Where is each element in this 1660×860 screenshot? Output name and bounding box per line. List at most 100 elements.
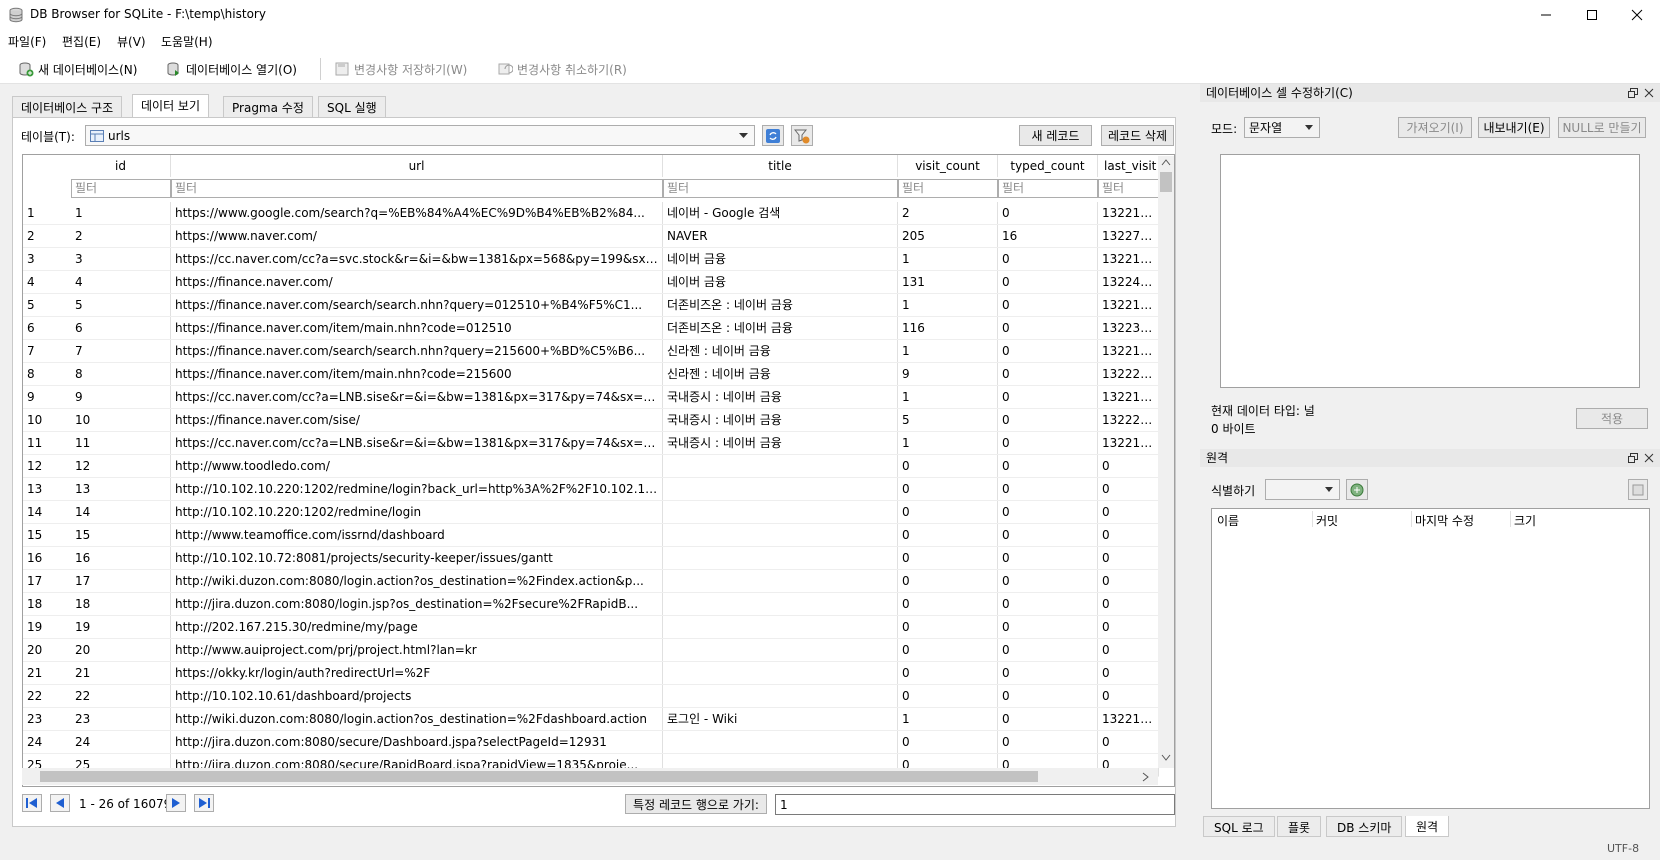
row-number[interactable]: 23: [23, 708, 70, 730]
cell-url[interactable]: https://cc.naver.com/cc?a=LNB.sise&r=&i=…: [171, 386, 663, 408]
cell-url[interactable]: http://www.teamoffice.com/issrnd/dashboa…: [171, 524, 663, 546]
cell-id[interactable]: 7: [71, 340, 171, 362]
cell-url[interactable]: http://jira.duzon.com:8080/login.jsp?os_…: [171, 593, 663, 615]
row-number[interactable]: 9: [23, 386, 70, 408]
cell-url[interactable]: https://finance.naver.com/: [171, 271, 663, 293]
cell-url[interactable]: https://cc.naver.com/cc?a=svc.stock&r=&i…: [171, 248, 663, 270]
cell-title[interactable]: 국내증시 : 네이버 금융: [663, 386, 898, 408]
close-button[interactable]: [1614, 0, 1660, 30]
table-row[interactable]: 24 24 http://jira.duzon.com:8080/secure/Da…: [23, 731, 1159, 754]
cell-visit-count[interactable]: 5: [898, 409, 998, 431]
cell-url[interactable]: http://10.102.10.61/dashboard/projects: [171, 685, 663, 707]
cell-typed-count[interactable]: 0: [998, 340, 1098, 362]
cell-typed-count[interactable]: 0: [998, 455, 1098, 477]
remote-col-size[interactable]: 크기: [1514, 512, 1536, 529]
cell-title[interactable]: 국내증시 : 네이버 금융: [663, 432, 898, 454]
cell-typed-count[interactable]: 0: [998, 432, 1098, 454]
apply-button[interactable]: 적용: [1576, 408, 1648, 429]
cell-id[interactable]: 15: [71, 524, 171, 546]
horizontal-scroll-thumb[interactable]: [40, 771, 1038, 782]
cell-title[interactable]: 네이버 금융: [663, 271, 898, 293]
cell-typed-count[interactable]: 0: [998, 570, 1098, 592]
row-number[interactable]: 22: [23, 685, 70, 707]
row-number[interactable]: 2: [23, 225, 70, 247]
cell-visit-count[interactable]: 0: [898, 501, 998, 523]
table-select[interactable]: urls: [85, 125, 755, 146]
cell-visit-count[interactable]: 0: [898, 455, 998, 477]
cell-id[interactable]: 21: [71, 662, 171, 684]
cell-title[interactable]: 신라젠 : 네이버 금융: [663, 340, 898, 362]
table-row[interactable]: 4 4 https://finance.naver.com/네이버 금융 131 0 13…: [23, 271, 1159, 294]
cell-visit-count[interactable]: 1: [898, 386, 998, 408]
row-number[interactable]: 6: [23, 317, 70, 339]
row-number[interactable]: 12: [23, 455, 70, 477]
cell-last-visit[interactable]: 0: [1098, 685, 1159, 707]
cell-url[interactable]: http://10.102.10.220:1202/redmine/login: [171, 501, 663, 523]
cell-url[interactable]: https://finance.naver.com/search/search.…: [171, 294, 663, 316]
horizontal-scrollbar[interactable]: [22, 768, 1158, 785]
cell-id[interactable]: 12: [71, 455, 171, 477]
cell-title[interactable]: [663, 593, 898, 615]
cell-last-visit[interactable]: 13224671: [1098, 271, 1159, 293]
cell-url[interactable]: http://10.102.10.72:8081/projects/securi…: [171, 547, 663, 569]
cell-last-visit[interactable]: 13221274: [1098, 294, 1159, 316]
cell-visit-count[interactable]: 0: [898, 478, 998, 500]
menu-help[interactable]: 도움말(H): [161, 33, 213, 50]
cell-url[interactable]: https://finance.naver.com/sise/: [171, 409, 663, 431]
table-row[interactable]: 14 14 http://10.102.10.220:1202/redmine/lo…: [23, 501, 1159, 524]
cell-last-visit[interactable]: 13221274: [1098, 248, 1159, 270]
cell-last-visit[interactable]: 13221275: [1098, 708, 1159, 730]
table-row[interactable]: 12 12 http://www.toodledo.com/0 0 0: [23, 455, 1159, 478]
menu-view[interactable]: 뷰(V): [117, 33, 146, 50]
table-row[interactable]: 9 9 https://cc.naver.com/cc?a=LNB.sise&r=&…: [23, 386, 1159, 409]
new-record-button[interactable]: 새 레코드: [1019, 125, 1092, 146]
cell-url[interactable]: http://www.toodledo.com/: [171, 455, 663, 477]
row-number[interactable]: 8: [23, 363, 70, 385]
cell-visit-count[interactable]: 131: [898, 271, 998, 293]
row-number[interactable]: 16: [23, 547, 70, 569]
cell-title[interactable]: [663, 455, 898, 477]
table-row[interactable]: 15 15 http://www.teamoffice.com/issrnd/das…: [23, 524, 1159, 547]
cell-visit-count[interactable]: 0: [898, 570, 998, 592]
cell-url[interactable]: https://finance.naver.com/search/search.…: [171, 340, 663, 362]
row-number[interactable]: 18: [23, 593, 70, 615]
table-row[interactable]: 19 19 http://202.167.215.30/redmine/my/pag…: [23, 616, 1159, 639]
table-row[interactable]: 1 1 https://www.google.com/search?q=%EB%84…: [23, 202, 1159, 225]
tab-remote[interactable]: 원격: [1405, 816, 1450, 837]
cell-title[interactable]: 국내증시 : 네이버 금융: [663, 409, 898, 431]
previous-page-button[interactable]: [50, 794, 70, 812]
cell-url[interactable]: https://www.google.com/search?q=%EB%84%A…: [171, 202, 663, 224]
table-row[interactable]: 2 2 https://www.naver.com/NAVER 205 16 132279…: [23, 225, 1159, 248]
float-dock-icon[interactable]: [1628, 88, 1638, 98]
table-row[interactable]: 13 13 http://10.102.10.220:1202/redmine/lo…: [23, 478, 1159, 501]
cell-id[interactable]: 22: [71, 685, 171, 707]
cell-typed-count[interactable]: 0: [998, 202, 1098, 224]
row-number[interactable]: 4: [23, 271, 70, 293]
cell-url[interactable]: https://cc.naver.com/cc?a=LNB.sise&r=&i=…: [171, 432, 663, 454]
cell-title[interactable]: 더존비즈온 : 네이버 금융: [663, 317, 898, 339]
mode-select[interactable]: 문자열: [1244, 117, 1320, 138]
tab-database-structure[interactable]: 데이터베이스 구조: [12, 96, 123, 117]
cell-id[interactable]: 23: [71, 708, 171, 730]
filter-input-title[interactable]: 필터: [663, 179, 898, 198]
add-identity-button[interactable]: [1346, 479, 1368, 500]
cell-last-visit[interactable]: 13221274: [1098, 340, 1159, 362]
write-changes-button[interactable]: 변경사항 저장하기(W): [334, 59, 467, 79]
close-dock-icon[interactable]: [1644, 453, 1654, 463]
cell-last-visit[interactable]: 0: [1098, 593, 1159, 615]
row-number[interactable]: 7: [23, 340, 70, 362]
cell-visit-count[interactable]: 0: [898, 616, 998, 638]
cell-id[interactable]: 14: [71, 501, 171, 523]
maximize-button[interactable]: [1569, 0, 1615, 30]
cell-id[interactable]: 3: [71, 248, 171, 270]
cell-typed-count[interactable]: 0: [998, 501, 1098, 523]
cell-visit-count[interactable]: 0: [898, 731, 998, 753]
cell-title[interactable]: [663, 570, 898, 592]
row-number[interactable]: 13: [23, 478, 70, 500]
cell-id[interactable]: 1: [71, 202, 171, 224]
row-number[interactable]: 11: [23, 432, 70, 454]
remote-col-commit[interactable]: 커밋: [1316, 512, 1338, 529]
cell-visit-count[interactable]: 0: [898, 593, 998, 615]
cell-url[interactable]: http://wiki.duzon.com:8080/login.action?…: [171, 708, 663, 730]
cell-last-visit[interactable]: 13222915: [1098, 363, 1159, 385]
